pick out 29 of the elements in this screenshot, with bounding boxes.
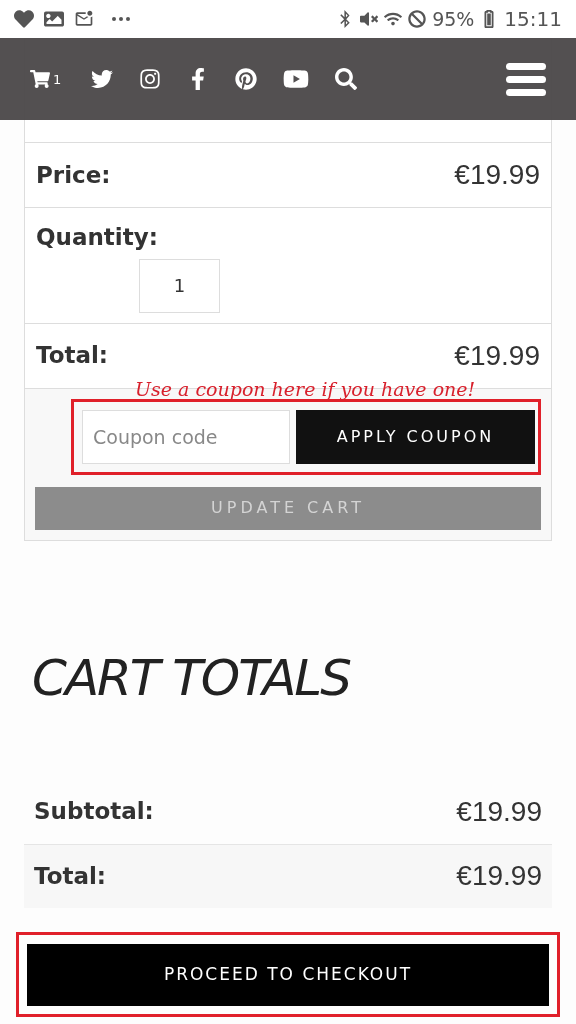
quantity-field[interactable]: 1 [139, 258, 220, 313]
search-icon[interactable] [335, 68, 358, 90]
camera-icon[interactable] [139, 68, 162, 90]
image-icon [44, 9, 64, 29]
section-title: CART TOTALS [32, 647, 352, 709]
row-label: Price: [36, 160, 111, 190]
mail-icon [74, 9, 94, 29]
row-label: Subtotal: [34, 797, 154, 827]
row-label: Total: [36, 341, 109, 371]
menu-icon[interactable] [506, 62, 546, 96]
checkout-button[interactable]: PROCEED TO CHECKOUT [27, 943, 549, 1006]
battery-level: 95% [432, 6, 475, 32]
row-value: €19.99 [454, 158, 540, 192]
clock: 15:11 [504, 6, 562, 33]
bird-icon[interactable] [91, 68, 114, 90]
apply-coupon-button[interactable]: APPLY COUPON [296, 409, 535, 464]
blocked-icon [408, 10, 427, 28]
row-value: €19.99 [454, 338, 540, 373]
more-icon [112, 17, 130, 21]
row-label: Total: [34, 861, 107, 891]
row-value: €19.99 [456, 859, 542, 893]
wifi-icon [384, 10, 403, 28]
row-value: €19.99 [456, 794, 542, 829]
row-label: Quantity: [36, 223, 159, 252]
letter-p-icon[interactable] [235, 68, 258, 90]
heart-icon [14, 9, 34, 29]
coupon-field[interactable]: Coupon code [82, 409, 290, 464]
annotation-note: Use a coupon here if you have one! [135, 376, 476, 401]
mute-icon [360, 10, 379, 28]
